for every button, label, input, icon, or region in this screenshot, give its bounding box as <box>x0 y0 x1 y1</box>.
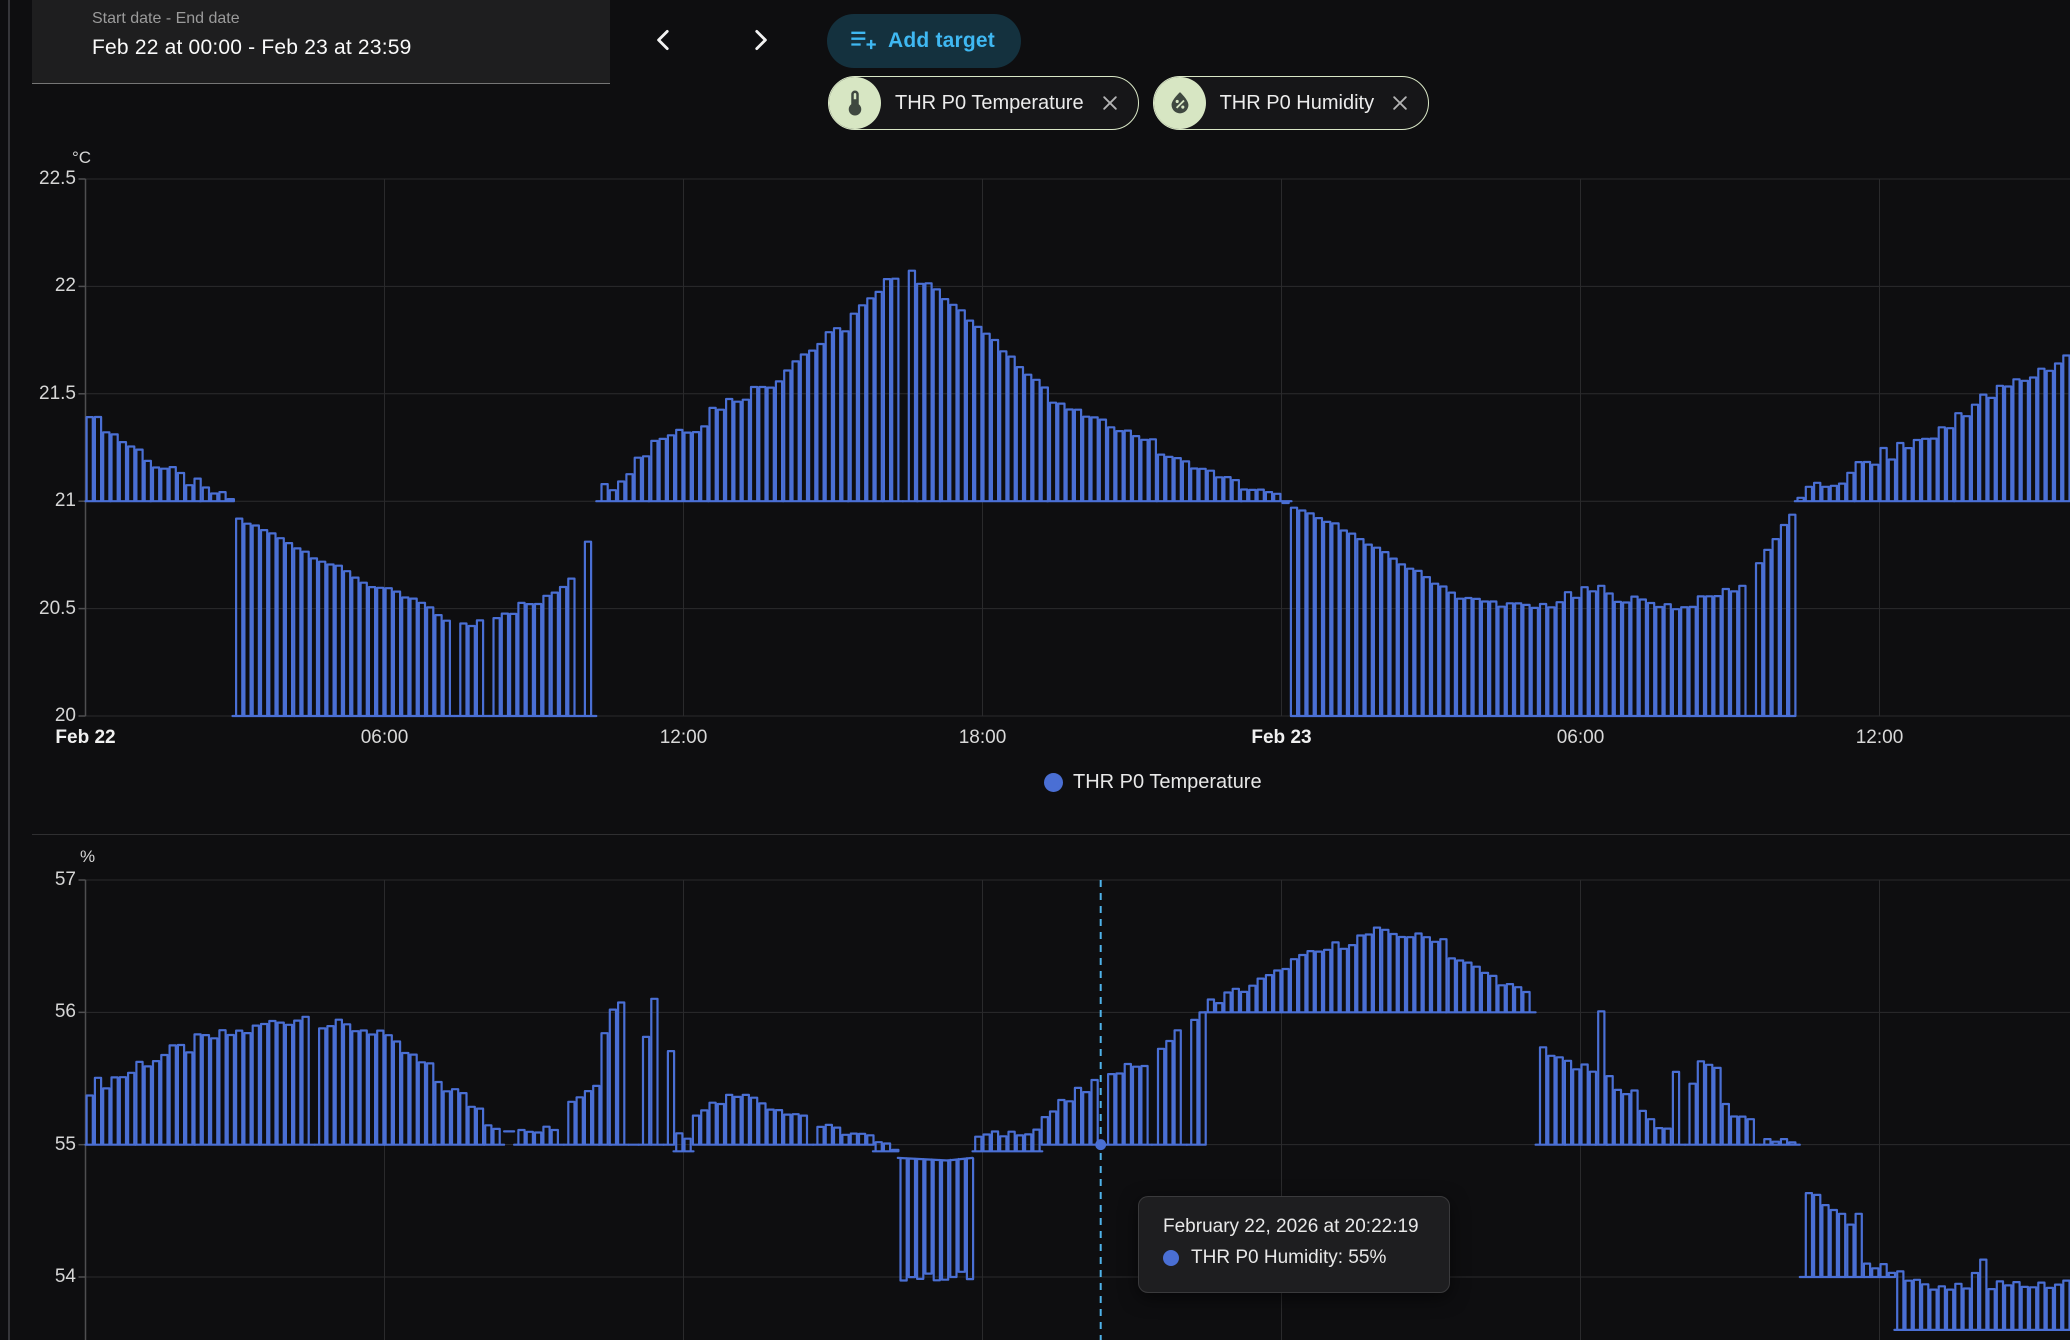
charts-canvas[interactable] <box>0 0 2070 1340</box>
hover-tooltip: February 22, 2026 at 20:22:19 THR P0 Hum… <box>1138 1196 1450 1293</box>
humidity-series-bars <box>86 928 2070 1330</box>
tooltip-series-value: THR P0 Humidity: 55% <box>1191 1247 1386 1269</box>
chart-legend[interactable]: THR P0 Temperature <box>1044 771 1262 794</box>
temperature-series-bars <box>86 271 2070 716</box>
charts-divider <box>32 834 2070 835</box>
tooltip-date: February 22, 2026 at 20:22:19 <box>1163 1216 1449 1238</box>
legend-dot <box>1044 773 1063 792</box>
tooltip-series-dot <box>1163 1250 1179 1266</box>
legend-label: THR P0 Temperature <box>1073 771 1262 794</box>
cursor-dot <box>1095 1139 1106 1150</box>
history-panel: Start date - End date Feb 22 at 00:00 - … <box>0 0 2070 1340</box>
